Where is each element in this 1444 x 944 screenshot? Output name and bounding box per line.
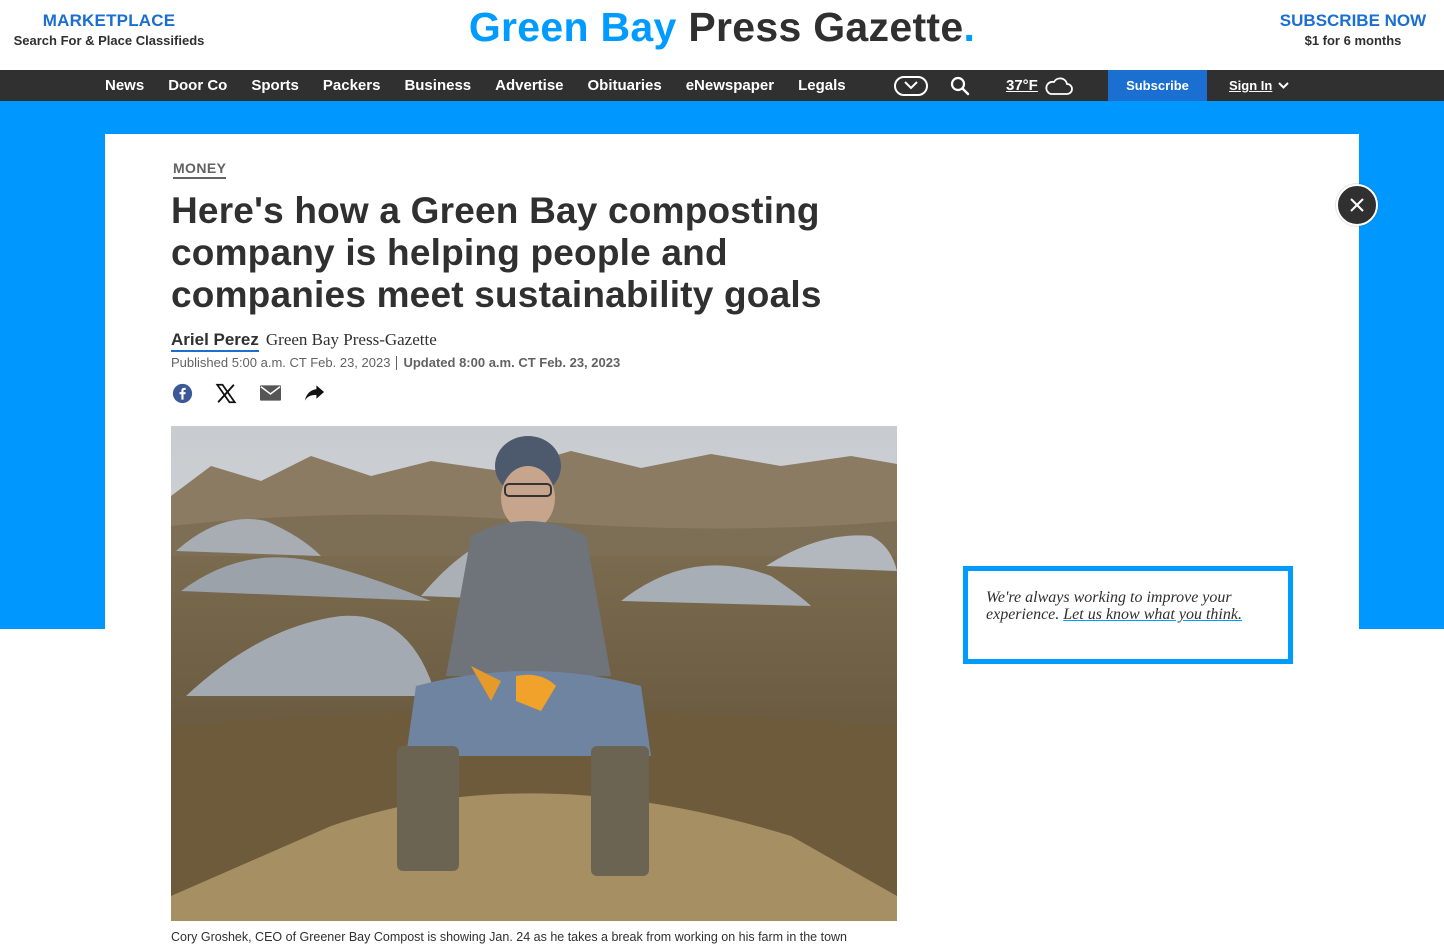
author-outlet: Green Bay Press-Gazette — [265, 330, 437, 349]
logo-dot: . — [963, 4, 976, 50]
site-logo[interactable]: Green Bay Press Gazette. — [0, 4, 1444, 51]
x-icon — [215, 383, 237, 403]
nav-tools: 37°F — [894, 70, 1074, 101]
nav-item-news[interactable]: News — [93, 77, 156, 94]
logo-green-bay: Green Bay — [468, 4, 677, 50]
weather-temp: 37°F — [1006, 77, 1038, 94]
published-date: Published 5:00 a.m. CT Feb. 23, 2023 — [171, 355, 391, 370]
photo-caption: Cory Groshek, CEO of Greener Bay Compost… — [171, 930, 847, 944]
site-header: MARKETPLACE Search For & Place Classifie… — [0, 0, 1444, 70]
article-photo[interactable] — [171, 426, 897, 921]
nav-item-sports[interactable]: Sports — [239, 77, 311, 94]
share-x-button[interactable] — [215, 382, 237, 404]
share-bar — [171, 382, 347, 404]
author-link[interactable]: Ariel Perez — [171, 330, 259, 352]
sign-in-button[interactable]: Sign In — [1229, 70, 1290, 101]
share-arrow-icon — [304, 385, 324, 401]
feedback-link[interactable]: Let us know what you think. — [1063, 606, 1242, 623]
sign-in-label: Sign In — [1229, 78, 1273, 93]
article-card: MONEY Here's how a Green Bay composting … — [105, 134, 1359, 944]
article-dates: Published 5:00 a.m. CT Feb. 23, 2023 Upd… — [171, 355, 620, 370]
nav-item-advertise[interactable]: Advertise — [483, 77, 575, 94]
logo-press-gazette: Press Gazette — [688, 4, 964, 50]
facebook-icon — [172, 383, 192, 403]
chevron-down-icon — [904, 81, 918, 90]
nav-item-legals[interactable]: Legals — [786, 77, 858, 94]
weather-link[interactable]: 37°F — [1006, 76, 1074, 96]
chevron-down-icon — [1278, 82, 1290, 89]
search-button[interactable] — [950, 76, 970, 96]
nav-subscribe-button[interactable]: Subscribe — [1108, 70, 1207, 101]
nav-item-door-co[interactable]: Door Co — [156, 77, 239, 94]
nav-items: News Door Co Sports Packers Business Adv… — [93, 70, 858, 101]
subscribe-now-title: SUBSCRIBE NOW — [1279, 11, 1427, 30]
nav-item-business[interactable]: Business — [392, 77, 483, 94]
section-label[interactable]: MONEY — [173, 160, 227, 179]
share-more-button[interactable] — [303, 382, 325, 404]
cloud-icon — [1045, 77, 1073, 95]
nav-item-packers[interactable]: Packers — [311, 77, 393, 94]
more-menu-button[interactable] — [894, 75, 928, 96]
nav-item-enewspaper[interactable]: eNewspaper — [674, 77, 786, 94]
share-facebook-button[interactable] — [171, 382, 193, 404]
date-divider — [396, 355, 398, 370]
feedback-box: We're always working to improve your exp… — [963, 566, 1293, 664]
subscribe-now-link[interactable]: SUBSCRIBE NOW $1 for 6 months — [1278, 11, 1428, 48]
main-nav: News Door Co Sports Packers Business Adv… — [0, 70, 1444, 101]
byline: Ariel Perez Green Bay Press-Gazette — [171, 330, 437, 352]
email-icon — [259, 385, 281, 401]
updated-date: Updated 8:00 a.m. CT Feb. 23, 2023 — [403, 355, 621, 370]
close-icon — [1350, 198, 1364, 212]
nav-item-obituaries[interactable]: Obituaries — [576, 77, 674, 94]
compost-farm-photo — [171, 426, 897, 921]
share-email-button[interactable] — [259, 382, 281, 404]
subscribe-offer: $1 for 6 months — [1304, 33, 1402, 48]
close-button[interactable] — [1336, 184, 1378, 226]
search-icon — [950, 76, 970, 95]
article-headline: Here's how a Green Bay composting compan… — [171, 190, 822, 315]
